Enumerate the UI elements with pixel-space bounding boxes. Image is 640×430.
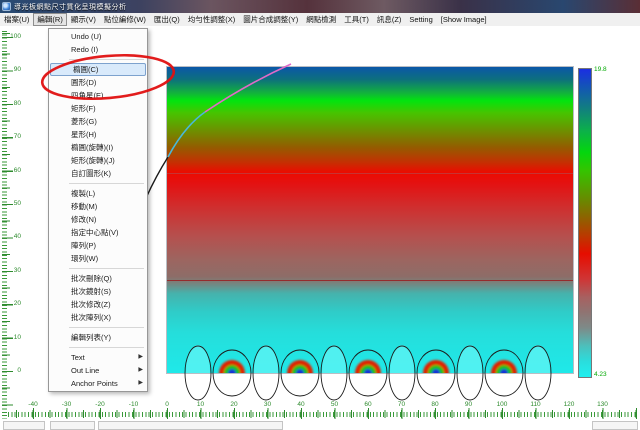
menuitem-four-star[interactable]: 四角星(E)	[49, 89, 147, 102]
menu-view[interactable]: 顯示(V)	[67, 13, 100, 26]
status-cell	[98, 421, 283, 430]
marker-line-upper	[167, 173, 573, 174]
bottom-ruler-label: -10	[126, 401, 142, 408]
menu-export[interactable]: 匯出(Q)	[150, 13, 184, 26]
left-ruler-label: 60	[7, 167, 21, 174]
menu-separator	[49, 56, 147, 63]
left-ruler-major-ticks	[2, 31, 13, 419]
submenu-arrow-icon: ▶	[138, 364, 143, 377]
app-icon	[2, 2, 11, 11]
menuitem-text-label: Text	[71, 353, 85, 362]
menu-dot-check[interactable]: 網點檢測	[302, 13, 340, 26]
left-ruler-label: 90	[7, 66, 21, 73]
bottom-ruler-label: 60	[360, 401, 376, 408]
menu-tools[interactable]: 工具(T)	[340, 13, 373, 26]
menu-bar: 檔案(U) 編輯(R) 顯示(V) 點位編修(W) 匯出(Q) 均勻性調整(X)…	[0, 13, 640, 27]
bottom-ruler-major-ticks	[8, 408, 638, 419]
menuitem-text[interactable]: Text ▶	[49, 351, 147, 364]
menuitem-anchor-points[interactable]: Anchor Points ▶	[49, 377, 147, 390]
menu-edit[interactable]: 編輯(R)	[33, 13, 66, 26]
heatmap-canvas[interactable]	[167, 67, 573, 373]
left-ruler-label: 70	[7, 133, 21, 140]
left-ruler-label: 50	[7, 200, 21, 207]
bottom-ruler-label: 70	[394, 401, 410, 408]
left-ruler-label: 100	[7, 33, 21, 40]
bottom-ruler-label: -20	[92, 401, 108, 408]
marker-line-lower	[167, 280, 573, 281]
window-title: 導光板網點尺寸質化呈現模擬分析	[14, 2, 127, 12]
menuitem-batch-delete[interactable]: 批次刪除(Q)	[49, 272, 147, 285]
bottom-ruler-label: 90	[461, 401, 477, 408]
bottom-ruler-label: 20	[226, 401, 242, 408]
status-cell	[50, 421, 95, 430]
menuitem-modify[interactable]: 修改(N)	[49, 213, 147, 226]
left-ruler-label: 30	[7, 267, 21, 274]
colorbar-max-label: 19.8	[594, 66, 607, 73]
menuitem-anchor-label: Anchor Points	[71, 379, 118, 388]
status-cell	[3, 421, 45, 430]
menuitem-edit-list[interactable]: 編輯列表(Y)	[49, 331, 147, 344]
menuitem-custom-shape[interactable]: 自訂圖形(K)	[49, 167, 147, 180]
menuitem-undo[interactable]: Undo (U)	[49, 30, 147, 43]
bottom-ruler-label: 130	[595, 401, 611, 408]
menuitem-batch-modify[interactable]: 批次修改(Z)	[49, 298, 147, 311]
menu-file[interactable]: 檔案(U)	[0, 13, 33, 26]
menuitem-ellipse-rotated[interactable]: 橢圓(旋轉)(I)	[49, 141, 147, 154]
submenu-arrow-icon: ▶	[138, 377, 143, 390]
left-ruler-label: 40	[7, 233, 21, 240]
bottom-ruler-label: 100	[494, 401, 510, 408]
menu-point-edit[interactable]: 點位編修(W)	[100, 13, 150, 26]
edit-dropdown-menu: Undo (U) Redo (I) 橢圓(C) 圓形(D) 四角星(E) 矩形(…	[48, 28, 148, 392]
left-ruler-label: 20	[7, 300, 21, 307]
menu-message[interactable]: 訊息(Z)	[373, 13, 406, 26]
menuitem-ring-array[interactable]: 環列(W)	[49, 252, 147, 265]
menu-separator	[49, 180, 147, 187]
title-bar: 導光板網點尺寸質化呈現模擬分析	[0, 0, 640, 13]
menu-separator	[49, 324, 147, 331]
left-ruler-label: 0	[7, 367, 21, 374]
menuitem-diamond[interactable]: 菱形(G)	[49, 115, 147, 128]
bottom-ruler-label: 110	[528, 401, 544, 408]
menuitem-outline[interactable]: Out Line ▶	[49, 364, 147, 377]
menu-separator	[49, 344, 147, 351]
bottom-ruler-label: 120	[561, 401, 577, 408]
left-ruler-label: 10	[7, 334, 21, 341]
menuitem-move[interactable]: 移動(M)	[49, 200, 147, 213]
bottom-ruler-label: 10	[193, 401, 209, 408]
left-ruler-label: 80	[7, 100, 21, 107]
bottom-ruler-label: -40	[25, 401, 41, 408]
colorbar	[578, 68, 592, 378]
menu-show-image[interactable]: [Show Image]	[437, 14, 491, 25]
bottom-ruler-label: -30	[59, 401, 75, 408]
menuitem-redo[interactable]: Redo (I)	[49, 43, 147, 56]
menuitem-batch-mirror[interactable]: 批次鏡射(S)	[49, 285, 147, 298]
colorbar-min-label: 4.23	[594, 371, 607, 378]
menu-uniformity[interactable]: 均勻性調整(X)	[184, 13, 240, 26]
bottom-ruler-label: 0	[159, 401, 175, 408]
menuitem-set-center[interactable]: 指定中心點(V)	[49, 226, 147, 239]
bottom-ruler-label: 50	[327, 401, 343, 408]
menu-separator	[49, 265, 147, 272]
menuitem-rect-rotated[interactable]: 矩形(旋轉)(J)	[49, 154, 147, 167]
bottom-ruler-label: 30	[260, 401, 276, 408]
menuitem-batch-array[interactable]: 批次陣列(X)	[49, 311, 147, 324]
menuitem-ellipse[interactable]: 橢圓(C)	[50, 63, 146, 76]
menuitem-star[interactable]: 星形(H)	[49, 128, 147, 141]
menu-image-compose[interactable]: 圖片合成調整(Y)	[239, 13, 302, 26]
menuitem-copy[interactable]: 複製(L)	[49, 187, 147, 200]
status-cell	[592, 421, 638, 430]
menuitem-array[interactable]: 陣列(P)	[49, 239, 147, 252]
menuitem-outline-label: Out Line	[71, 366, 99, 375]
bottom-ruler-label: 40	[293, 401, 309, 408]
menuitem-rectangle[interactable]: 矩形(F)	[49, 102, 147, 115]
submenu-arrow-icon: ▶	[138, 351, 143, 364]
bottom-ruler-label: 80	[427, 401, 443, 408]
menu-setting[interactable]: Setting	[405, 14, 436, 25]
menuitem-circle[interactable]: 圓形(D)	[49, 76, 147, 89]
